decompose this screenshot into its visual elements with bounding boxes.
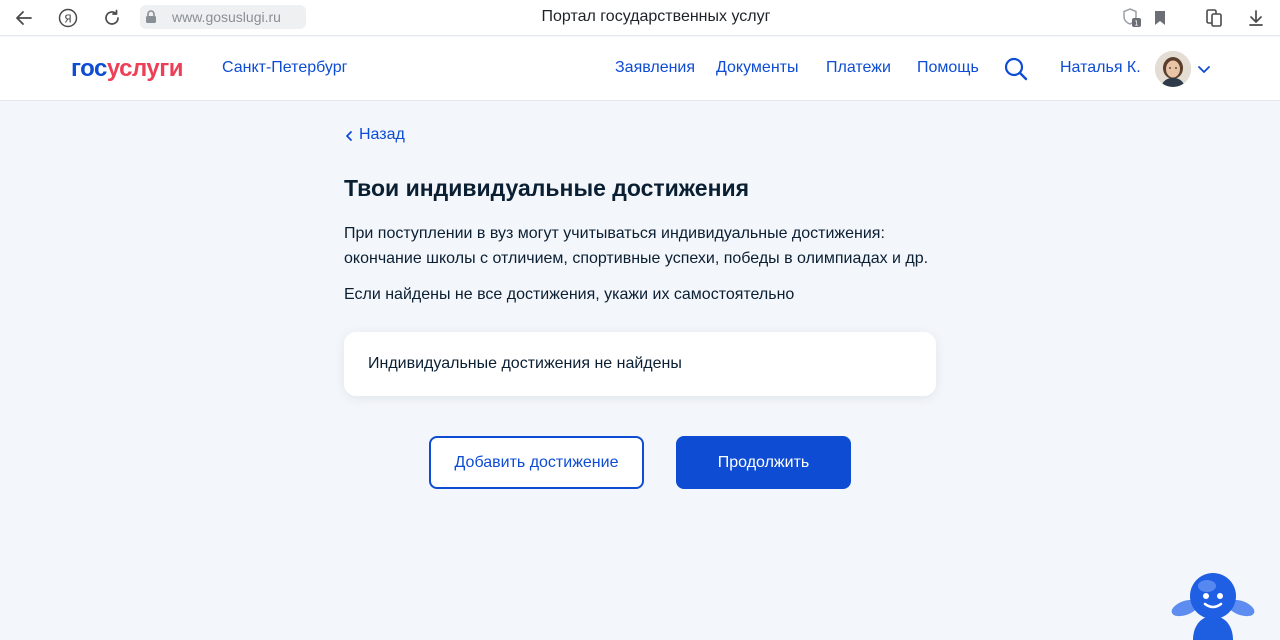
nav-link-documents[interactable]: Документы	[716, 59, 798, 77]
region-selector[interactable]: Санкт-Петербург	[222, 59, 347, 77]
search-icon[interactable]	[1003, 56, 1029, 82]
continue-button[interactable]: Продолжить	[676, 436, 851, 489]
download-icon[interactable]	[1244, 6, 1268, 30]
achievements-card: Индивидуальные достижения не найдены	[344, 332, 936, 396]
site-header: госуслуги Санкт-Петербург Заявления Доку…	[0, 37, 1280, 101]
svg-text:1: 1	[1134, 20, 1138, 28]
avatar[interactable]	[1155, 51, 1191, 87]
collections-icon[interactable]	[1202, 6, 1226, 30]
gosuslugi-logo[interactable]: госуслуги	[71, 55, 184, 83]
user-name[interactable]: Наталья К.	[1060, 59, 1141, 77]
back-label: Назад	[359, 126, 405, 143]
page-title: Твои индивидуальные достижения	[344, 175, 750, 201]
empty-state-text: Индивидуальные достижения не найдены	[368, 355, 682, 372]
back-link[interactable]: Назад	[343, 126, 405, 144]
description: При поступлении в вуз могут учитываться …	[344, 221, 944, 271]
description-line: При поступлении в вуз могут учитываться …	[344, 225, 885, 242]
description-line: окончание школы с отличием, спортивные у…	[344, 250, 929, 267]
add-achievement-button[interactable]: Добавить достижение	[429, 436, 644, 489]
note-text: Если найдены не все достижения, укажи их…	[344, 286, 795, 303]
nav-link-help[interactable]: Помощь	[917, 59, 979, 77]
chevron-left-icon	[343, 129, 355, 141]
bookmark-icon[interactable]	[1148, 6, 1172, 30]
nav-link-applications[interactable]: Заявления	[615, 59, 695, 77]
tab-title: Портал государственных услуг	[541, 8, 771, 25]
nav-link-payments[interactable]: Платежи	[826, 59, 891, 77]
browser-toolbar: Я www.gosuslugi.ru Портал государственны…	[0, 0, 1280, 36]
chevron-down-icon[interactable]	[1197, 62, 1211, 76]
protect-icon[interactable]: 1	[1120, 6, 1144, 30]
assistant-robot-icon[interactable]	[1168, 566, 1258, 640]
